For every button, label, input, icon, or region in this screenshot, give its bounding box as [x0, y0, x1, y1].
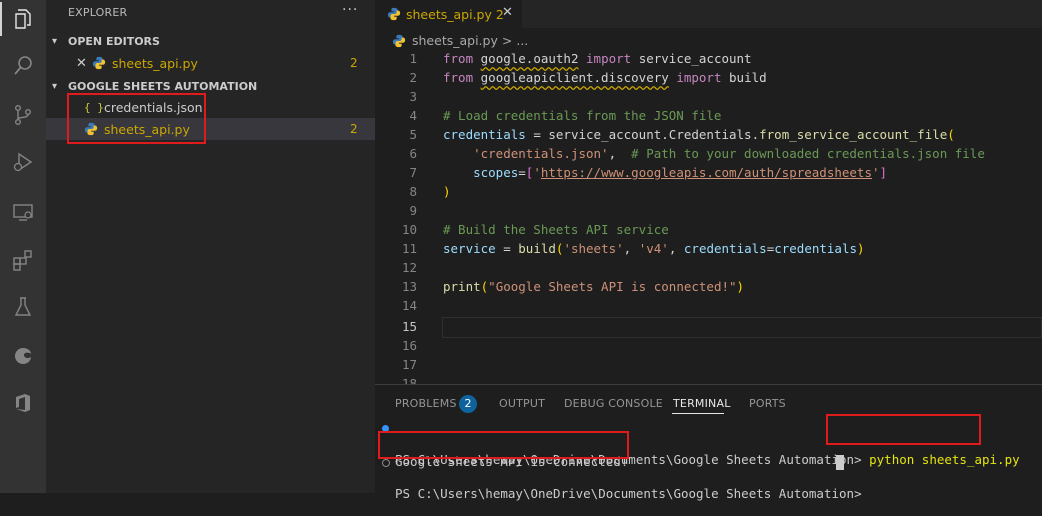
- code-line: 11 service = build('sheets', 'v4', creden…: [375, 241, 1042, 260]
- tab-problems[interactable]: PROBLEMS: [395, 397, 457, 410]
- code-line: 17: [375, 357, 1042, 376]
- office-icon[interactable]: [9, 389, 37, 417]
- open-editors-label: OPEN EDITORS: [68, 34, 160, 48]
- code-line: 18: [375, 376, 1042, 384]
- line-number: 16: [401, 338, 417, 353]
- open-editor-item[interactable]: ✕ sheets_api.py 2: [46, 52, 375, 74]
- search-icon[interactable]: [9, 52, 37, 80]
- python-file-icon: [387, 7, 401, 21]
- chevron-down-icon: ▾: [52, 35, 58, 47]
- project-folder-label: GOOGLE SHEETS AUTOMATION: [68, 79, 258, 93]
- python-file-icon: [92, 56, 106, 70]
- code-line: 2 from googleapiclient.discovery import b…: [375, 70, 1042, 89]
- line-number: 17: [401, 357, 417, 372]
- activity-bar: [0, 0, 46, 493]
- code-line-active: 15: [375, 319, 1042, 338]
- file-name: credentials.json: [104, 99, 203, 115]
- line-number: 13: [401, 279, 417, 294]
- line-number: 14: [401, 298, 417, 313]
- breadcrumb-separator: >: [501, 33, 513, 48]
- close-icon[interactable]: ✕: [502, 5, 513, 20]
- tab-label: sheets_api.py 2: [406, 7, 504, 22]
- tab-debug-console[interactable]: DEBUG CONSOLE: [564, 397, 663, 410]
- problems-count-badge: 2: [459, 395, 477, 413]
- close-icon[interactable]: ✕: [76, 56, 87, 71]
- code-line: 13 print("Google Sheets API is connected!…: [375, 279, 1042, 298]
- tab-output[interactable]: OUTPUT: [499, 397, 545, 410]
- code-line: 1 from google.oauth2 import service_accou…: [375, 51, 1042, 70]
- line-number: 9: [409, 203, 417, 218]
- editor-tab-bar: sheets_api.py 2 ✕: [375, 0, 1042, 28]
- chevron-down-icon: ▾: [52, 80, 58, 92]
- extensions-icon[interactable]: [9, 246, 37, 274]
- code-line: 14: [375, 298, 1042, 317]
- line-number: 8: [409, 184, 417, 199]
- line-number: 4: [409, 108, 417, 123]
- terminal-prompt: PS C:\Users\hemay\OneDrive\Documents\Goo…: [395, 486, 870, 501]
- file-item-credentials[interactable]: { } credentials.json: [46, 96, 375, 118]
- code-line: 16: [375, 338, 1042, 357]
- remote-explorer-icon[interactable]: [9, 198, 37, 226]
- line-number: 6: [409, 146, 417, 161]
- code-line: 5 credentials = service_account.Credentia…: [375, 127, 1042, 146]
- code-line: 3: [375, 89, 1042, 108]
- python-file-icon: [392, 34, 406, 47]
- file-name: sheets_api.py: [104, 121, 190, 137]
- line-number: 15: [401, 319, 417, 334]
- json-file-icon: { }: [84, 100, 104, 114]
- line-number: 12: [401, 260, 417, 275]
- bottom-panel: PROBLEMS 2 OUTPUT DEBUG CONSOLE TERMINAL…: [375, 384, 1042, 501]
- terminal-line[interactable]: PS C:\Users\hemay\OneDrive\Documents\Goo…: [375, 422, 1042, 467]
- line-number: 11: [401, 241, 417, 256]
- edge-icon[interactable]: [9, 341, 37, 369]
- breadcrumb: sheets_api.py > ...: [392, 33, 528, 48]
- active-indicator: [0, 2, 2, 36]
- code-line: 7 scopes=['https://www.googleapis.com/au…: [375, 165, 1042, 184]
- problems-badge: 2: [350, 122, 358, 136]
- line-number: 10: [401, 222, 417, 237]
- line-number: 5: [409, 127, 417, 142]
- project-folder-header[interactable]: ▾ GOOGLE SHEETS AUTOMATION: [46, 76, 375, 96]
- code-line: 9: [375, 203, 1042, 222]
- command-status-icon: [382, 425, 389, 432]
- terminal-output[interactable]: Google Sheets API is connected!: [375, 439, 1042, 469]
- line-number: 3: [409, 89, 417, 104]
- source-control-icon[interactable]: [9, 101, 37, 129]
- run-debug-icon[interactable]: [9, 148, 37, 176]
- tab-terminal[interactable]: TERMINAL: [673, 397, 731, 410]
- terminal-cursor: [836, 455, 844, 470]
- active-tab-indicator: [672, 413, 724, 414]
- command-status-icon: [382, 459, 390, 467]
- explorer-sidebar: EXPLORER ··· ▾ OPEN EDITORS ✕ sheets_api…: [46, 0, 375, 493]
- terminal-line[interactable]: PS C:\Users\hemay\OneDrive\Documents\Goo…: [375, 456, 1042, 501]
- line-number: 18: [401, 376, 417, 384]
- file-item-sheets-api[interactable]: sheets_api.py 2: [46, 118, 375, 140]
- tab-sheets-api[interactable]: sheets_api.py 2 ✕: [375, 0, 522, 28]
- tab-ports[interactable]: PORTS: [749, 397, 786, 410]
- line-number: 7: [409, 165, 417, 180]
- testing-icon[interactable]: [9, 293, 37, 321]
- explorer-icon[interactable]: [9, 5, 37, 33]
- problems-badge: 2: [350, 56, 358, 70]
- open-editors-header[interactable]: ▾ OPEN EDITORS: [46, 31, 375, 51]
- code-line: 6 'credentials.json', # Path to your dow…: [375, 146, 1042, 165]
- breadcrumb-symbols[interactable]: ...: [516, 33, 528, 48]
- sidebar-title: EXPLORER: [68, 6, 128, 19]
- line-number: 2: [409, 70, 417, 85]
- code-line: 4 # Load credentials from the JSON file: [375, 108, 1042, 127]
- python-file-icon: [84, 122, 98, 136]
- breadcrumb-file[interactable]: sheets_api.py: [412, 33, 498, 48]
- open-editor-filename: sheets_api.py: [112, 55, 198, 71]
- code-line: 12: [375, 260, 1042, 279]
- more-actions-button[interactable]: ···: [342, 2, 358, 18]
- code-line: 8): [375, 184, 1042, 203]
- line-number: 1: [409, 51, 417, 66]
- code-line: 10 # Build the Sheets API service: [375, 222, 1042, 241]
